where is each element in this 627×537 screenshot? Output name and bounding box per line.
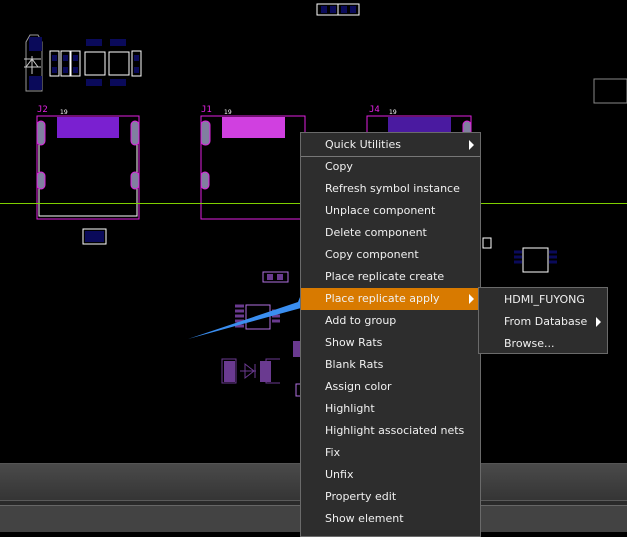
menu-item-label: Copy component [325,248,419,261]
menu-item-label: Show element [325,512,404,525]
submenu-item-label: Browse... [504,337,555,350]
annotation-arrow-left [188,297,312,339]
menu-item-assign-color[interactable]: Assign color [301,376,480,398]
diode-component[interactable] [24,34,43,92]
menu-item-add-to-group[interactable]: Add to group [301,310,480,332]
top-component[interactable] [316,3,360,16]
pin-label: 19 [389,109,397,116]
pin-label: 19 [224,109,232,116]
menu-item-label: Place replicate create [325,270,445,283]
submenu-item-label: HDMI_FUYONG [504,293,585,306]
menu-item-label: Copy [325,160,353,173]
menu-item-show-rats[interactable]: Show Rats [301,332,480,354]
menu-item-blank-rats[interactable]: Blank Rats [301,354,480,376]
menu-item-label: Refresh symbol instance [325,182,460,195]
submenu-arrow-icon [469,140,474,150]
menu-item-label: Delete component [325,226,427,239]
menu-item-property-edit[interactable]: Property edit [301,486,480,508]
pin-label: 19 [60,109,68,116]
menu-item-label: Fix [325,446,341,459]
menu-item-label: Blank Rats [325,358,384,371]
menu-item-highlight[interactable]: Highlight [301,398,480,420]
menu-item-label: Add to group [325,314,397,327]
submenu-item-from-database[interactable]: From Database [479,311,607,333]
menu-item-show-element[interactable]: Show element [301,508,480,530]
menu-item-label: Unfix [325,468,354,481]
menu-item-label: Highlight associated nets [325,424,465,437]
connector-j1[interactable]: J1 19 [200,105,306,220]
submenu-arrow-icon [469,294,474,304]
menu-item-label: Place replicate apply [325,292,440,305]
submenu-item-hdmi-fuyong[interactable]: HDMI_FUYONG [479,289,607,311]
refdes-j4: J4 [369,105,380,115]
menu-item-fix[interactable]: Fix [301,442,480,464]
menu-item-label: Property edit [325,490,397,503]
menu-item-place-replicate-create[interactable]: Place replicate create [301,266,480,288]
submenu-arrow-icon [596,317,601,327]
refdes-j2: J2 [37,105,48,115]
menu-item-label: Quick Utilities [325,138,402,151]
menu-item-place-replicate-apply[interactable]: Place replicate apply [301,288,480,310]
submenu-item-label: From Database [504,315,588,328]
refdes-j1: J1 [201,105,212,115]
menu-item-label: Show Rats [325,336,383,349]
menu-item-unplace-component[interactable]: Unplace component [301,200,480,222]
menu-item-copy[interactable]: Copy [301,156,480,178]
menu-item-delete-component[interactable]: Delete component [301,222,480,244]
menu-item-label: Unplace component [325,204,436,217]
menu-item-quick-utilities[interactable]: Quick Utilities [301,134,480,156]
menu-item-unfix[interactable]: Unfix [301,464,480,486]
menu-item-label: Assign color [325,380,392,393]
menu-item-highlight-associated-nets[interactable]: Highlight associated nets [301,420,480,442]
connector-j2[interactable]: J2 19 [36,105,140,220]
menu-item-refresh-symbol-instance[interactable]: Refresh symbol instance [301,178,480,200]
menu-item-label: Highlight [325,402,375,415]
context-menu: Quick Utilities Copy Refresh symbol instan… [300,132,481,537]
place-replicate-submenu: HDMI_FUYONG From Database Browse... [478,287,608,354]
submenu-item-browse[interactable]: Browse... [479,333,607,355]
menu-item-copy-component[interactable]: Copy component [301,244,480,266]
